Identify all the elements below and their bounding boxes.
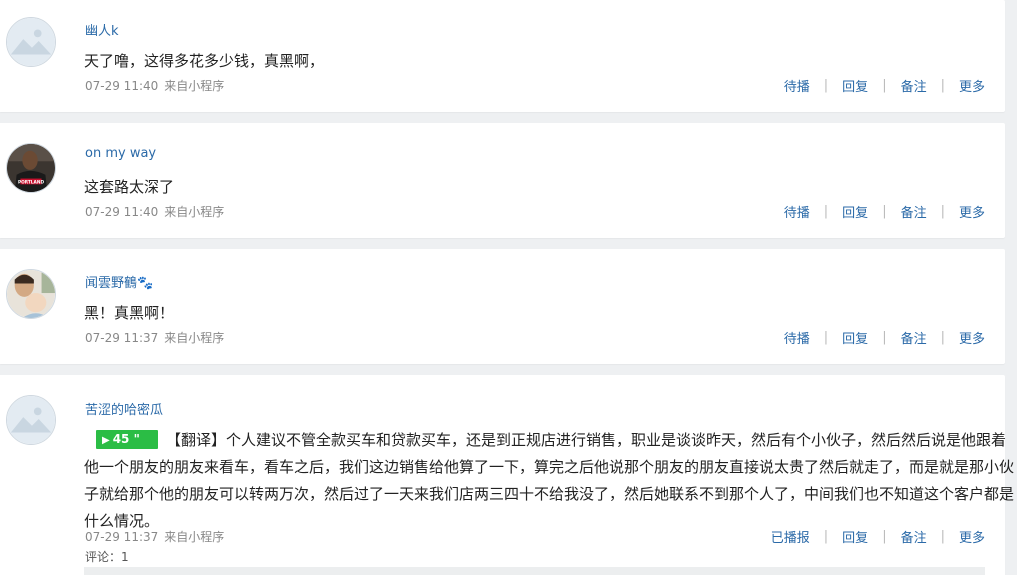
post-actions: 待播 | 回复 | 备注 | 更多 (784, 76, 985, 95)
default-avatar-icon (7, 396, 55, 444)
post-card: PORTLAND on my way 这套路太深了 07-29 11:40 来自小… (0, 123, 1005, 238)
reply-button[interactable]: 回复 (842, 527, 868, 546)
separator: | (823, 204, 829, 219)
comments-count[interactable]: 评论：1 (85, 548, 129, 565)
post-card: 闻雲野鶴🐾 黑！真黑啊！ 07-29 11:37 来自小程序 待播 | 回复 | … (0, 249, 1005, 364)
separator: | (940, 330, 945, 345)
user-avatar[interactable] (6, 395, 56, 445)
broadcast-button[interactable]: 待播 (784, 328, 810, 347)
post-meta: 07-29 11:40 来自小程序 (85, 77, 224, 94)
post-time: 07-29 11:40 (85, 79, 159, 93)
default-avatar-icon (7, 18, 55, 66)
separator: | (882, 330, 887, 345)
username-link[interactable]: 苦涩的哈密瓜 (85, 399, 163, 418)
post-actions: 待播 | 回复 | 备注 | 更多 (784, 202, 985, 221)
separator: | (823, 330, 829, 345)
separator: | (940, 78, 945, 93)
user-avatar[interactable]: PORTLAND (6, 143, 56, 193)
separator: | (823, 529, 829, 544)
more-button[interactable]: 更多 (959, 328, 985, 347)
post-text-block: ▶ 45 " 【翻译】个人建议不管全款买车和贷款买车，还是到正规店进行销售，职业是谈… (84, 427, 1014, 535)
note-button[interactable]: 备注 (901, 76, 927, 95)
user-avatar[interactable] (6, 269, 56, 319)
more-button[interactable]: 更多 (959, 202, 985, 221)
user-avatar[interactable] (6, 17, 56, 67)
post-meta: 07-29 11:37 来自小程序 (85, 329, 224, 346)
note-button[interactable]: 备注 (901, 202, 927, 221)
baby-photo-avatar-icon (7, 270, 55, 318)
separator: | (823, 78, 829, 93)
post-time: 07-29 11:37 (85, 530, 159, 544)
reply-button[interactable]: 回复 (842, 202, 868, 221)
voice-play-button[interactable]: ▶ 45 " (96, 430, 158, 449)
note-button[interactable]: 备注 (901, 328, 927, 347)
post-card: 幽人k 天了噜，这得多花多少钱，真黑啊， 07-29 11:40 来自小程序 待播… (0, 0, 1005, 112)
separator: | (882, 204, 887, 219)
more-button[interactable]: 更多 (959, 527, 985, 546)
post-text: 【翻译】个人建议不管全款买车和贷款买车，还是到正规店进行销售，职业是谈谈昨天，然… (84, 431, 1015, 530)
post-text: 这套路太深了 (84, 178, 175, 196)
post-time: 07-29 11:40 (85, 205, 159, 219)
post-source: 来自小程序 (164, 79, 225, 93)
separator: | (882, 78, 887, 93)
broadcast-button[interactable]: 已播报 (771, 527, 810, 546)
comment-area (84, 567, 985, 575)
post-meta: 07-29 11:37 来自小程序 (85, 528, 224, 545)
play-icon: ▶ (102, 435, 110, 446)
post-time: 07-29 11:37 (85, 331, 159, 345)
note-button[interactable]: 备注 (901, 527, 927, 546)
post-meta: 07-29 11:40 来自小程序 (85, 203, 224, 220)
player-avatar-icon: PORTLAND (7, 144, 55, 192)
more-button[interactable]: 更多 (959, 76, 985, 95)
post-source: 来自小程序 (164, 205, 225, 219)
post-source: 来自小程序 (164, 331, 225, 345)
separator: | (882, 529, 887, 544)
post-card: 苦涩的哈密瓜 ▶ 45 " 【翻译】个人建议不管全款买车和贷款买车，还是到正规店进行… (0, 375, 1014, 575)
post-actions: 待播 | 回复 | 备注 | 更多 (784, 328, 985, 347)
svg-text:PORTLAND: PORTLAND (18, 179, 45, 185)
broadcast-button[interactable]: 待播 (784, 202, 810, 221)
username-link[interactable]: 闻雲野鶴🐾 (85, 272, 153, 291)
separator: | (940, 204, 945, 219)
post-text: 天了噜，这得多花多少钱，真黑啊， (84, 52, 325, 70)
post-actions: 已播报 | 回复 | 备注 | 更多 (771, 527, 985, 546)
post-text: 黑！真黑啊！ (84, 304, 175, 322)
reply-button[interactable]: 回复 (842, 328, 868, 347)
post-source: 来自小程序 (164, 530, 225, 544)
voice-duration: 45 " (112, 432, 140, 446)
username-link[interactable]: on my way (85, 146, 156, 161)
reply-button[interactable]: 回复 (842, 76, 868, 95)
separator: | (940, 529, 945, 544)
username-link[interactable]: 幽人k (85, 20, 119, 39)
broadcast-button[interactable]: 待播 (784, 76, 810, 95)
